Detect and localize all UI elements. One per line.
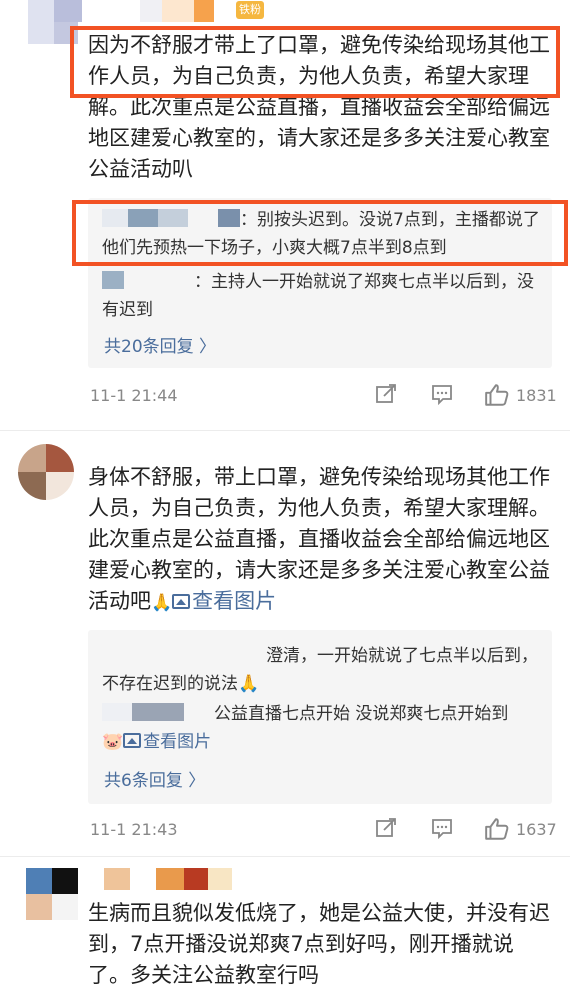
timestamp: 11-1 21:44 (90, 386, 178, 405)
comment-2-text-content: 身体不舒服，带上口罩，避免传染给现场其他工作人员，为自己负责，为他人负责，希望大… (88, 465, 550, 613)
reply-item[interactable]: 澄清，一开始就说了七点半以后到，不存在迟到的说法🙏 (102, 642, 542, 698)
comment-2-avatar[interactable] (18, 444, 74, 500)
reply-author[interactable] (102, 703, 132, 721)
comment-2: 身体不舒服，带上口罩，避免传染给现场其他工作人员，为自己负责，为他人负责，希望大… (0, 440, 570, 850)
timestamp: 11-1 21:43 (90, 820, 178, 839)
comment-1-author[interactable] (28, 0, 214, 22)
pray-emoji: 🙏 (238, 674, 260, 694)
view-image-label: 查看图片 (192, 589, 277, 613)
reply-item[interactable]: 公益直播七点开始 没说郑爽七点开始到 🐷 查看图片 (102, 700, 542, 756)
comment-2-replies: 澄清，一开始就说了七点半以后到，不存在迟到的说法🙏 公益直播七点开始 没说郑爽七… (88, 630, 552, 804)
reply-author[interactable] (102, 645, 266, 663)
comment-1-replies: ：别按头迟到。没说7点到，主播都说了他们先预热一下场子，小爽大概7点半到8点到 … (72, 198, 568, 368)
comment-2-meta: 11-1 21:43 1637 (90, 816, 557, 846)
divider (0, 430, 570, 431)
reply-author[interactable] (102, 271, 124, 289)
comment-3-text: 生病而且貌似发低烧了，她是公益大使，并没有迟到，7点开播没说郑爽7点到好吗，刚开… (88, 898, 550, 991)
fan-badge: 铁粉 (236, 1, 264, 19)
comment-3-author[interactable] (104, 868, 232, 890)
comment-3: 生病而且貌似发低烧了，她是公益大使，并没有迟到，7点开播没说郑爽7点到好吗，刚开… (0, 864, 570, 1000)
comment-3-avatar[interactable] (26, 868, 78, 920)
like-icon[interactable] (484, 382, 510, 412)
view-image-link[interactable]: 查看图片 (172, 589, 276, 613)
view-image-label: 查看图片 (143, 732, 212, 752)
like-count: 1637 (516, 820, 557, 839)
more-replies-link[interactable]: 共20条回复 〉 (104, 332, 216, 357)
view-image-link[interactable]: 查看图片 (123, 732, 211, 752)
comment-1: 铁粉 因为不舒服才带上了口罩，避免传染给现场其他工作人员，为自己负责，为他人负责… (0, 0, 570, 420)
pray-emoji: 🙏 (151, 593, 173, 613)
comment-icon[interactable] (430, 816, 454, 844)
reply-text: 公益直播七点开始 没说郑爽七点开始到 (214, 704, 509, 724)
repost-icon[interactable] (374, 816, 398, 844)
highlight-frame (72, 200, 568, 266)
picture-icon (172, 594, 191, 609)
comment-3-text-content: 生病而且貌似发低烧了，她是公益大使，并没有迟到，7点开播没说郑爽7点到好吗，刚开… (88, 901, 550, 987)
like-icon[interactable] (484, 816, 510, 846)
reply-item[interactable]: ：主持人一开始就说了郑爽七点半以后到，没有迟到 (102, 268, 542, 324)
more-replies-link[interactable]: 共6条回复 〉 (104, 766, 205, 791)
repost-icon[interactable] (374, 382, 398, 410)
pig-emoji: 🐷 (102, 732, 124, 752)
comment-1-meta: 11-1 21:44 1831 (90, 382, 557, 412)
picture-icon (123, 733, 142, 748)
comment-2-text: 身体不舒服，带上口罩，避免传染给现场其他工作人员，为自己负责，为他人负责，希望大… (88, 462, 550, 619)
like-count: 1831 (516, 386, 557, 405)
highlight-frame (70, 26, 560, 98)
comment-icon[interactable] (430, 382, 454, 410)
divider (0, 856, 570, 857)
